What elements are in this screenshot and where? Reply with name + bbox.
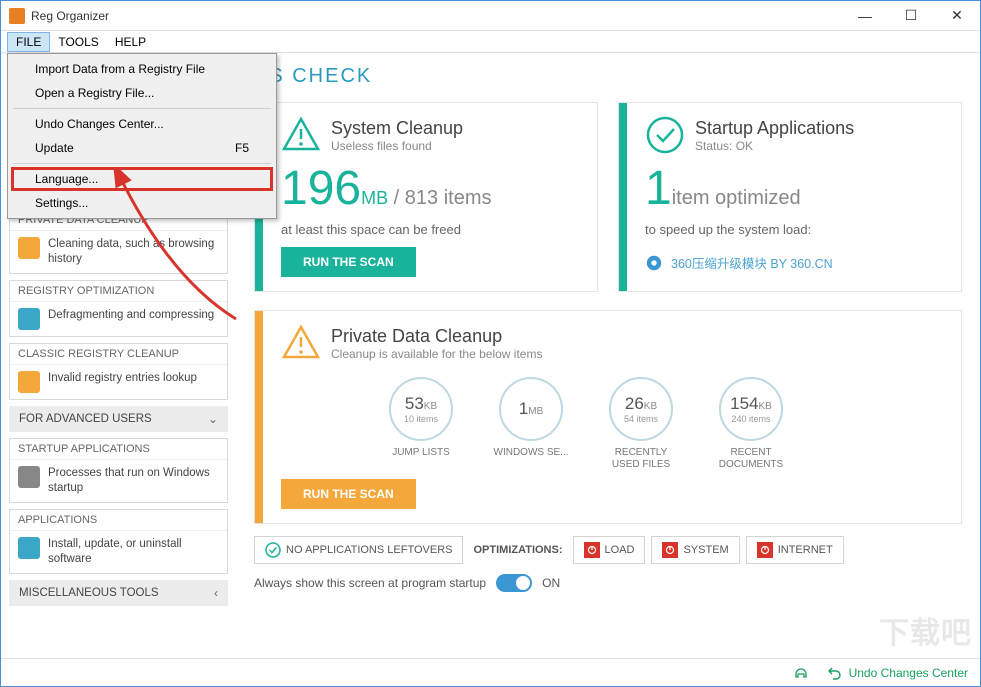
startup-icon [18,466,40,488]
menu-tools[interactable]: TOOLS [50,33,106,51]
startup-checkbox-label: Always show this screen at program start… [254,576,486,590]
cleanup-circle[interactable]: 53KB10 itemsJUMP LISTS [381,377,461,471]
run-scan-system-button[interactable]: RUN THE SCAN [281,247,416,277]
menu-undo-changes[interactable]: Undo Changes Center... [11,112,273,136]
defrag-icon [18,308,40,330]
power-icon [662,542,678,558]
broom-icon [18,237,40,259]
maximize-button[interactable]: ☐ [888,1,934,31]
optimization-pill[interactable]: SYSTEM [651,536,739,564]
file-menu-dropdown: Import Data from a Registry File Open a … [7,53,277,219]
chevron-down-icon: ⌄ [208,412,218,426]
app-icon [9,8,25,24]
card-system-cleanup: System CleanupUseless files found 196MB … [254,102,598,292]
status-undo-changes[interactable]: Undo Changes Center [827,665,968,681]
power-icon [584,542,600,558]
menu-update-shortcut: F5 [235,141,249,155]
menu-language[interactable]: Language... [11,167,273,191]
menu-separator [13,108,271,109]
menu-file[interactable]: FILE [7,32,50,52]
minimize-button[interactable]: — [842,1,888,31]
startup-toggle[interactable] [496,574,532,592]
warning-icon [281,323,321,363]
cleanup-circle[interactable]: 1MBWINDOWS SE... [491,377,571,471]
menu-import[interactable]: Import Data from a Registry File [11,57,273,81]
status-help[interactable] [793,665,809,681]
menu-update[interactable]: UpdateF5 [11,136,273,160]
gear-icon [645,254,663,272]
run-scan-private-button[interactable]: RUN THE SCAN [281,479,416,509]
toggle-state: ON [542,576,560,590]
check-circle-icon [265,542,281,558]
window-title: Reg Organizer [31,9,842,23]
chevron-left-icon: ‹ [214,586,218,600]
menu-separator [13,163,271,164]
page-title: SS CHECK [254,65,962,88]
cleanup-circle[interactable]: 26KB54 itemsRECENTLY USED FILES [601,377,681,471]
card-stripe [619,103,627,291]
box-icon [18,537,40,559]
sidebar-misc-header[interactable]: MISCELLANEOUS TOOLS‹ [9,580,228,606]
optimization-pill[interactable]: INTERNET [746,536,844,564]
lookup-icon [18,371,40,393]
startup-item-link[interactable]: 360压缩升级模块 BY 360.CN [645,247,943,272]
card-private-cleanup: Private Data CleanupCleanup is available… [254,310,962,524]
menu-help[interactable]: HELP [107,33,154,51]
warning-icon [281,115,321,155]
optimizations-label: OPTIMIZATIONS: [471,544,564,556]
check-circle-icon [645,115,685,155]
no-leftovers-pill[interactable]: NO APPLICATIONS LEFTOVERS [254,536,463,564]
menu-open-registry[interactable]: Open a Registry File... [11,81,273,105]
sidebar-classic-cleanup[interactable]: CLASSIC REGISTRY CLEANUP Invalid registr… [9,343,228,400]
cleanup-circle[interactable]: 154KB240 itemsRECENT DOCUMENTS [711,377,791,471]
card-startup-apps: Startup ApplicationsStatus: OK 1item opt… [618,102,962,292]
headset-icon [793,665,809,681]
optimization-pill[interactable]: LOAD [573,536,646,564]
menu-settings[interactable]: Settings... [11,191,273,215]
undo-icon [827,665,843,681]
close-button[interactable]: ✕ [934,1,980,31]
card-stripe [255,311,263,523]
sidebar-registry-optimization[interactable]: REGISTRY OPTIMIZATION Defragmenting and … [9,280,228,337]
power-icon [757,542,773,558]
sidebar-advanced-header[interactable]: FOR ADVANCED USERS⌄ [9,406,228,432]
sidebar-startup-apps[interactable]: STARTUP APPLICATIONS Processes that run … [9,438,228,503]
sidebar-applications[interactable]: APPLICATIONS Install, update, or uninsta… [9,509,228,574]
